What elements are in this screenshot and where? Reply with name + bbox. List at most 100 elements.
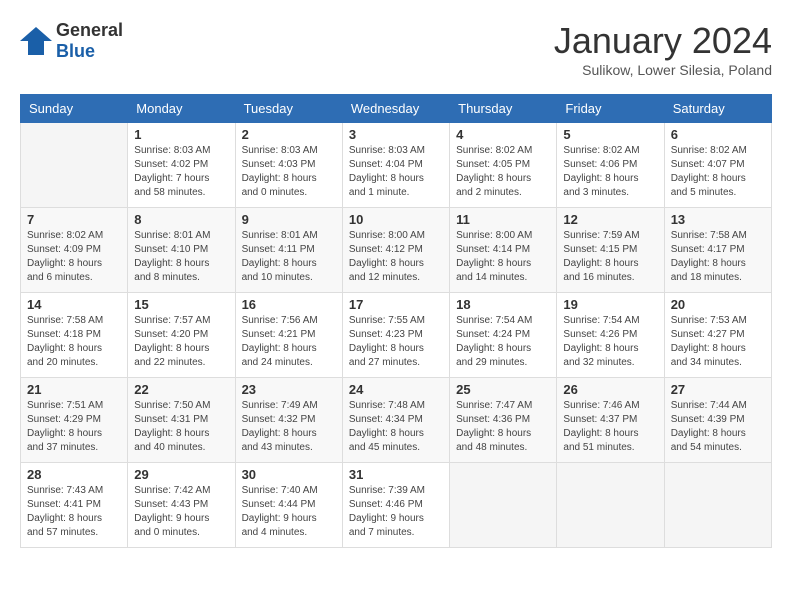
- daylight-text: Daylight: 8 hours and 29 minutes.: [456, 342, 550, 370]
- daylight-text: Daylight: 8 hours and 6 minutes.: [27, 257, 121, 285]
- daylight-text: Daylight: 8 hours and 57 minutes.: [27, 512, 121, 540]
- calendar-cell: 15Sunrise: 7:57 AMSunset: 4:20 PMDayligh…: [128, 293, 235, 378]
- calendar-cell: 12Sunrise: 7:59 AMSunset: 4:15 PMDayligh…: [557, 208, 664, 293]
- day-info: Sunrise: 7:51 AMSunset: 4:29 PMDaylight:…: [27, 399, 121, 455]
- weekday-header-row: SundayMondayTuesdayWednesdayThursdayFrid…: [21, 95, 772, 123]
- calendar-cell: 16 Sunrise: 7:56 AMSunset: 4:21 PMDayligh…: [235, 293, 342, 378]
- day-info: Sunrise: 7:58 AMSunset: 4:17 PMDaylight:…: [671, 229, 765, 285]
- day-number: 31: [349, 467, 443, 482]
- sunset-text: Sunset: 4:03 PM: [242, 158, 336, 172]
- sunset-text: Sunset: 4:21 PM: [242, 328, 336, 342]
- calendar-cell: 17Sunrise: 7:55 AMSunset: 4:23 PMDayligh…: [342, 293, 449, 378]
- sunrise-text: Sunrise: 8:03 AM: [134, 144, 228, 158]
- day-number: 5: [563, 127, 657, 142]
- sunset-text: Sunset: 4:11 PM: [242, 243, 336, 257]
- sunset-text: Sunset: 4:20 PM: [134, 328, 228, 342]
- day-info: Sunrise: 7:48 AMSunset: 4:34 PMDaylight:…: [349, 399, 443, 455]
- day-number: 30: [242, 467, 336, 482]
- sunrise-text: Sunrise: 7:40 AM: [242, 484, 336, 498]
- sunset-text: Sunset: 4:46 PM: [349, 498, 443, 512]
- sunset-text: Sunset: 4:29 PM: [27, 413, 121, 427]
- calendar-cell: 11Sunrise: 8:00 AMSunset: 4:14 PMDayligh…: [450, 208, 557, 293]
- calendar-cell: 22 Sunrise: 7:50 AMSunset: 4:31 PMDayligh…: [128, 378, 235, 463]
- sunset-text: Sunset: 4:07 PM: [671, 158, 765, 172]
- daylight-text: Daylight: 9 hours and 4 minutes.: [242, 512, 336, 540]
- sunset-text: Sunset: 4:09 PM: [27, 243, 121, 257]
- calendar-cell: 6Sunrise: 8:02 AMSunset: 4:07 PMDaylight…: [664, 123, 771, 208]
- sunrise-text: Sunrise: 7:59 AM: [563, 229, 657, 243]
- calendar-week-row: 28Sunrise: 7:43 AMSunset: 4:41 PMDayligh…: [21, 463, 772, 548]
- day-number: 8: [134, 212, 228, 227]
- calendar-week-row: 7Sunrise: 8:02 AMSunset: 4:09 PMDaylight…: [21, 208, 772, 293]
- day-info: Sunrise: 7:50 AMSunset: 4:31 PMDaylight:…: [134, 399, 228, 455]
- calendar-cell: 23Sunrise: 7:49 AMSunset: 4:32 PMDayligh…: [235, 378, 342, 463]
- day-info: Sunrise: 7:56 AMSunset: 4:21 PMDaylight:…: [242, 314, 336, 370]
- day-number: 9: [242, 212, 336, 227]
- sunset-text: Sunset: 4:12 PM: [349, 243, 443, 257]
- daylight-text: Daylight: 8 hours and 16 minutes.: [563, 257, 657, 285]
- calendar-cell: 26Sunrise: 7:46 AMSunset: 4:37 PMDayligh…: [557, 378, 664, 463]
- daylight-text: Daylight: 9 hours and 0 minutes.: [134, 512, 228, 540]
- day-number: 28: [27, 467, 121, 482]
- sunset-text: Sunset: 4:04 PM: [349, 158, 443, 172]
- calendar-cell: 10Sunrise: 8:00 AMSunset: 4:12 PMDayligh…: [342, 208, 449, 293]
- day-info: Sunrise: 7:42 AMSunset: 4:43 PMDaylight:…: [134, 484, 228, 540]
- day-info: Sunrise: 7:53 AMSunset: 4:27 PMDaylight:…: [671, 314, 765, 370]
- calendar-table: SundayMondayTuesdayWednesdayThursdayFrid…: [20, 94, 772, 548]
- calendar-cell: 25Sunrise: 7:47 AMSunset: 4:36 PMDayligh…: [450, 378, 557, 463]
- sunrise-text: Sunrise: 8:02 AM: [563, 144, 657, 158]
- sunset-text: Sunset: 4:17 PM: [671, 243, 765, 257]
- calendar-cell: 9Sunrise: 8:01 AMSunset: 4:11 PMDaylight…: [235, 208, 342, 293]
- day-number: 20: [671, 297, 765, 312]
- day-info: Sunrise: 7:47 AMSunset: 4:36 PMDaylight:…: [456, 399, 550, 455]
- day-info: Sunrise: 7:54 AMSunset: 4:24 PMDaylight:…: [456, 314, 550, 370]
- daylight-text: Daylight: 8 hours and 22 minutes.: [134, 342, 228, 370]
- daylight-text: Daylight: 8 hours and 37 minutes.: [27, 427, 121, 455]
- sunset-text: Sunset: 4:02 PM: [134, 158, 228, 172]
- daylight-text: Daylight: 8 hours and 24 minutes.: [242, 342, 336, 370]
- day-number: 2: [242, 127, 336, 142]
- calendar-cell: 19Sunrise: 7:54 AMSunset: 4:26 PMDayligh…: [557, 293, 664, 378]
- day-info: Sunrise: 8:00 AMSunset: 4:14 PMDaylight:…: [456, 229, 550, 285]
- day-number: 24: [349, 382, 443, 397]
- day-info: Sunrise: 7:44 AMSunset: 4:39 PMDaylight:…: [671, 399, 765, 455]
- day-info: Sunrise: 7:49 AMSunset: 4:32 PMDaylight:…: [242, 399, 336, 455]
- day-info: Sunrise: 8:03 AMSunset: 4:04 PMDaylight:…: [349, 144, 443, 200]
- day-number: 18: [456, 297, 550, 312]
- month-title: January 2024: [554, 20, 772, 62]
- day-number: 14: [27, 297, 121, 312]
- daylight-text: Daylight: 8 hours and 0 minutes.: [242, 172, 336, 200]
- sunset-text: Sunset: 4:10 PM: [134, 243, 228, 257]
- sunrise-text: Sunrise: 8:02 AM: [27, 229, 121, 243]
- day-number: 12: [563, 212, 657, 227]
- daylight-text: Daylight: 8 hours and 43 minutes.: [242, 427, 336, 455]
- daylight-text: Daylight: 8 hours and 10 minutes.: [242, 257, 336, 285]
- logo: General Blue: [20, 20, 123, 62]
- title-section: January 2024 Sulikow, Lower Silesia, Pol…: [554, 20, 772, 78]
- daylight-text: Daylight: 8 hours and 54 minutes.: [671, 427, 765, 455]
- sunset-text: Sunset: 4:24 PM: [456, 328, 550, 342]
- sunrise-text: Sunrise: 7:47 AM: [456, 399, 550, 413]
- sunrise-text: Sunrise: 8:01 AM: [134, 229, 228, 243]
- sunset-text: Sunset: 4:44 PM: [242, 498, 336, 512]
- sunrise-text: Sunrise: 7:51 AM: [27, 399, 121, 413]
- day-number: 4: [456, 127, 550, 142]
- calendar-week-row: 1 Sunrise: 8:03 AMSunset: 4:02 PM Daylight…: [21, 123, 772, 208]
- day-number: 16: [242, 297, 336, 312]
- sunrise-text: Sunrise: 7:43 AM: [27, 484, 121, 498]
- day-info: Sunrise: 8:00 AMSunset: 4:12 PMDaylight:…: [349, 229, 443, 285]
- day-info: Sunrise: 8:02 AMSunset: 4:06 PMDaylight:…: [563, 144, 657, 200]
- day-number: 22: [134, 382, 228, 397]
- sunset-text: Sunset: 4:14 PM: [456, 243, 550, 257]
- weekday-header-thursday: Thursday: [450, 95, 557, 123]
- sunrise-text: Sunrise: 7:50 AM: [134, 399, 228, 413]
- day-number: 15: [134, 297, 228, 312]
- day-number: 1: [134, 127, 228, 142]
- day-info: Sunrise: 8:02 AMSunset: 4:09 PMDaylight:…: [27, 229, 121, 285]
- logo-blue-text: Blue: [56, 41, 95, 61]
- daylight-text: Daylight: 8 hours and 2 minutes.: [456, 172, 550, 200]
- day-info: Sunrise: 7:46 AMSunset: 4:37 PMDaylight:…: [563, 399, 657, 455]
- day-number: 13: [671, 212, 765, 227]
- sunset-text: Sunset: 4:34 PM: [349, 413, 443, 427]
- calendar-cell: 7Sunrise: 8:02 AMSunset: 4:09 PMDaylight…: [21, 208, 128, 293]
